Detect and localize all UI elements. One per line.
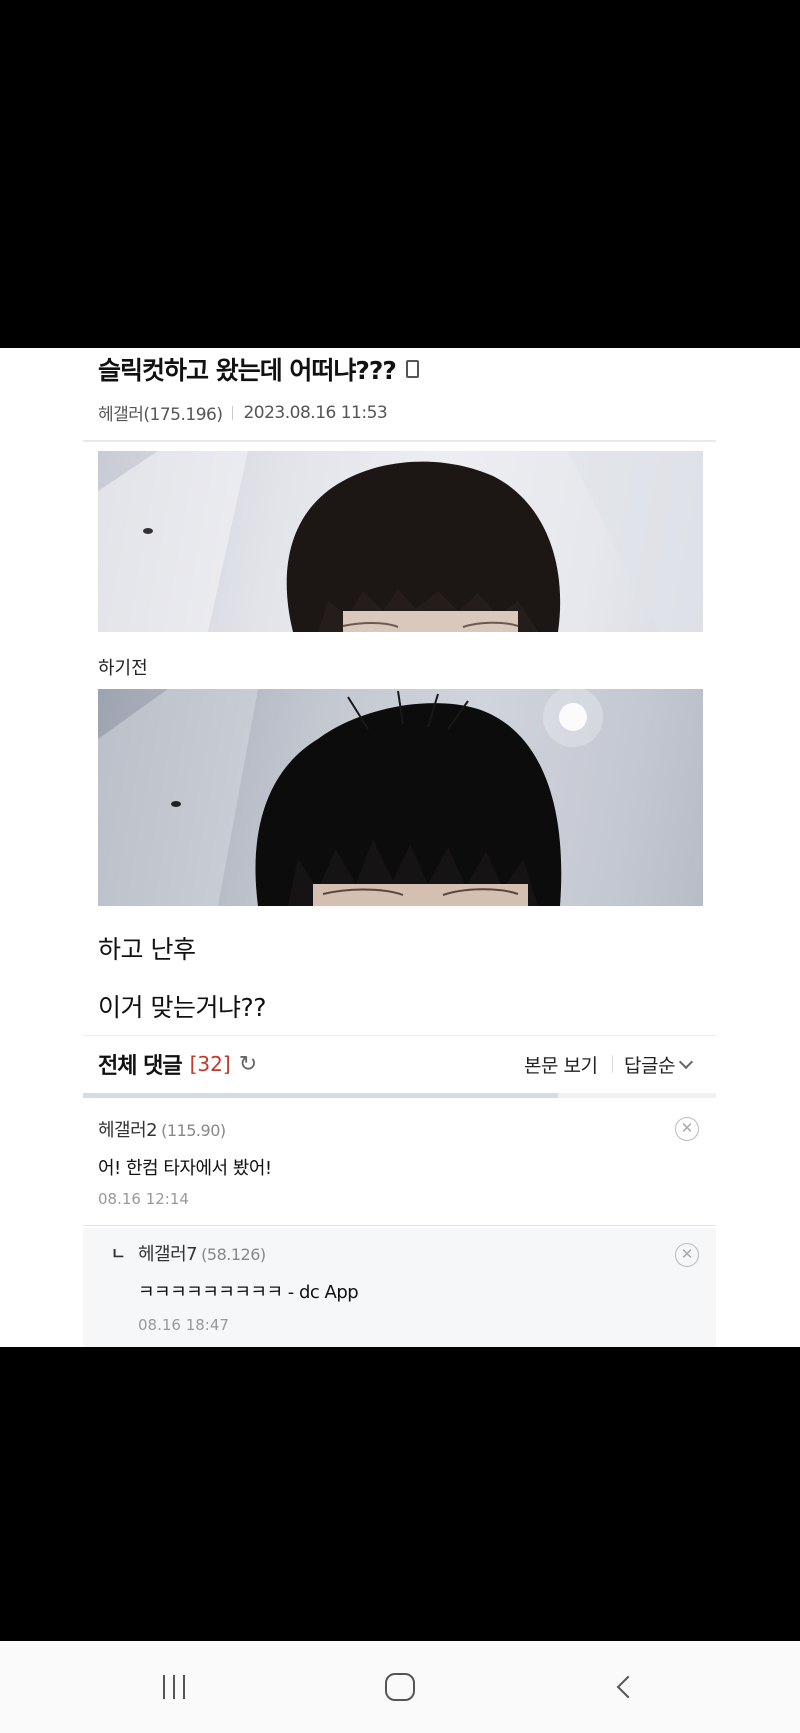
chevron-down-icon [678, 1054, 694, 1069]
after-photo-illustration [98, 689, 603, 906]
body-text-line: 이거 맞는거냐?? [98, 993, 267, 1022]
home-button[interactable] [340, 1641, 460, 1733]
comment-item: 헤갤러2 (115.90) 어! 한컴 타자에서 봤어! 08.16 12:14 … [83, 1100, 716, 1226]
comment-count: [32] [189, 1052, 231, 1076]
comment-ip: (58.126) [201, 1245, 266, 1264]
post-author: 헤갤러(175.196) [98, 405, 223, 425]
comment-author[interactable]: 헤갤러2 [98, 1120, 158, 1141]
reply-item: ㄴ 헤갤러7 (58.126) ㅋㅋㅋㅋㅋㅋㅋㅋㅋ - dc App 08.16 … [83, 1228, 716, 1347]
body-text-line: 하고 난후 [98, 935, 196, 964]
comments-scroll-fill [83, 1093, 558, 1098]
header-divider [83, 440, 716, 442]
home-icon [385, 1673, 415, 1701]
comment-date: 08.16 18:47 [138, 1316, 229, 1334]
comment-author[interactable]: 헤갤러7 [138, 1244, 198, 1265]
comment-text: 어! 한컴 타자에서 봤어! [98, 1158, 272, 1179]
comment-ip: (115.90) [161, 1121, 226, 1140]
sort-label: 답글순 [624, 1055, 675, 1077]
view-body-button[interactable]: 본문 보기 [524, 1051, 598, 1078]
post-meta: 헤갤러(175.196) 2023.08.16 11:53 [98, 400, 388, 426]
comment-author-row: 헤갤러2 (115.90) [98, 1116, 226, 1142]
before-photo [98, 451, 703, 632]
comment-author-row: 헤갤러7 (58.126) [138, 1240, 266, 1266]
body-divider [83, 1035, 716, 1036]
comments-header: 전체 댓글 [32] ↻ [98, 1048, 257, 1080]
post-title-row: 슬릭컷하고 왔는데 어떠냐??? [98, 351, 419, 387]
back-icon [616, 1675, 640, 1699]
reply-marker: ㄴ [111, 1244, 126, 1263]
recent-apps-button[interactable] [114, 1641, 234, 1733]
before-photo-illustration [98, 451, 703, 632]
post-screenshot: 슬릭컷하고 왔는데 어떠냐??? 헤갤러(175.196) 2023.08.16… [0, 348, 800, 1347]
mobile-phone-icon [405, 360, 419, 378]
comments-scroll-track [83, 1093, 716, 1098]
post-date: 2023.08.16 11:53 [243, 402, 388, 423]
caption-before: 하기전 [98, 658, 148, 679]
post-title: 슬릭컷하고 왔는데 어떠냐??? [98, 356, 397, 385]
close-circle-icon[interactable]: ✕ [675, 1243, 699, 1267]
after-photo [98, 689, 703, 906]
refresh-icon[interactable]: ↻ [239, 1052, 257, 1077]
header-separator [612, 1055, 613, 1073]
meta-divider [232, 405, 234, 420]
recent-apps-icon [163, 1675, 185, 1699]
comments-title: 전체 댓글 [98, 1054, 183, 1079]
back-button[interactable] [564, 1641, 684, 1733]
sort-dropdown[interactable]: 답글순 [624, 1051, 694, 1078]
comment-text: ㅋㅋㅋㅋㅋㅋㅋㅋㅋ - dc App [138, 1282, 359, 1303]
android-navigation-bar [0, 1641, 800, 1733]
close-circle-icon[interactable]: ✕ [675, 1117, 699, 1141]
comment-date: 08.16 12:14 [98, 1190, 189, 1208]
